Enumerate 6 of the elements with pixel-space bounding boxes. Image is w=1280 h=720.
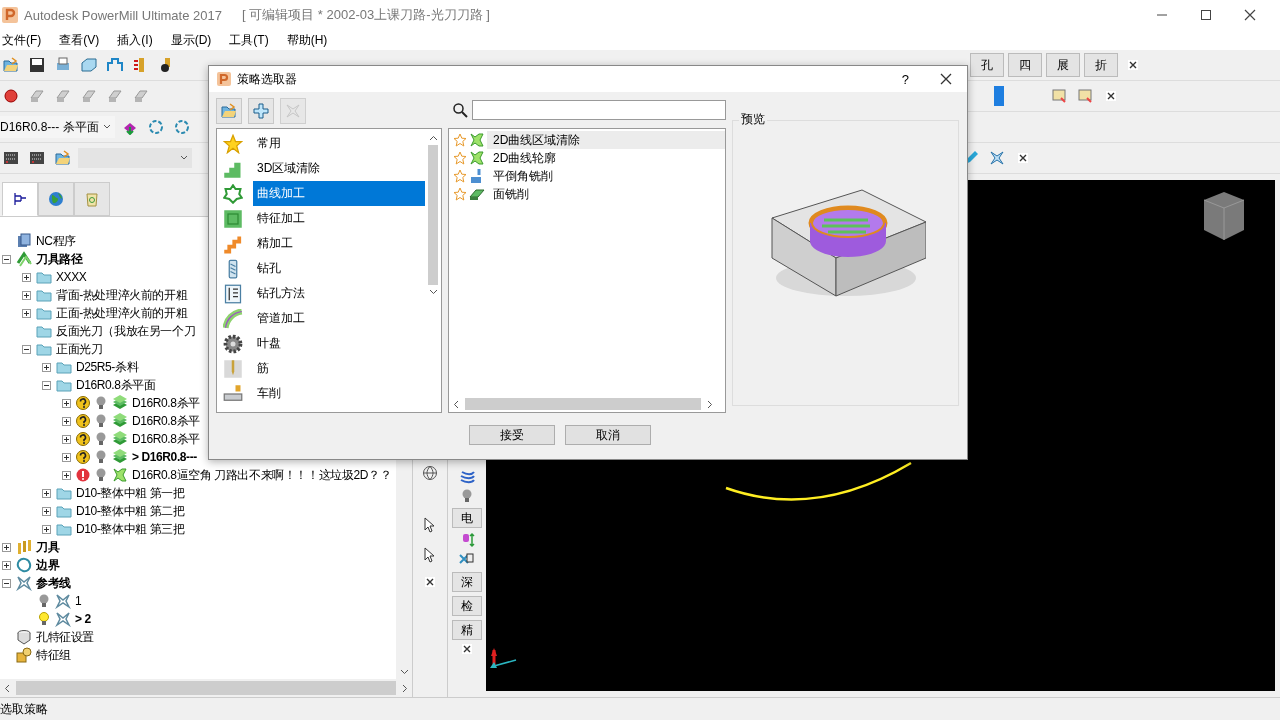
combo-value: D16R0.8--- 杀平面: [0, 118, 99, 136]
preview-label: 预览: [739, 111, 767, 128]
status-text: 选取策略: [0, 700, 48, 718]
window-title: Autodesk PowerMill Ultimate 2017: [24, 7, 222, 23]
dialog-title: 策略选取器: [237, 70, 297, 88]
project-name: [ 可编辑项目 * 2002-03上课刀路-光刀刀路 ]: [242, 6, 490, 24]
